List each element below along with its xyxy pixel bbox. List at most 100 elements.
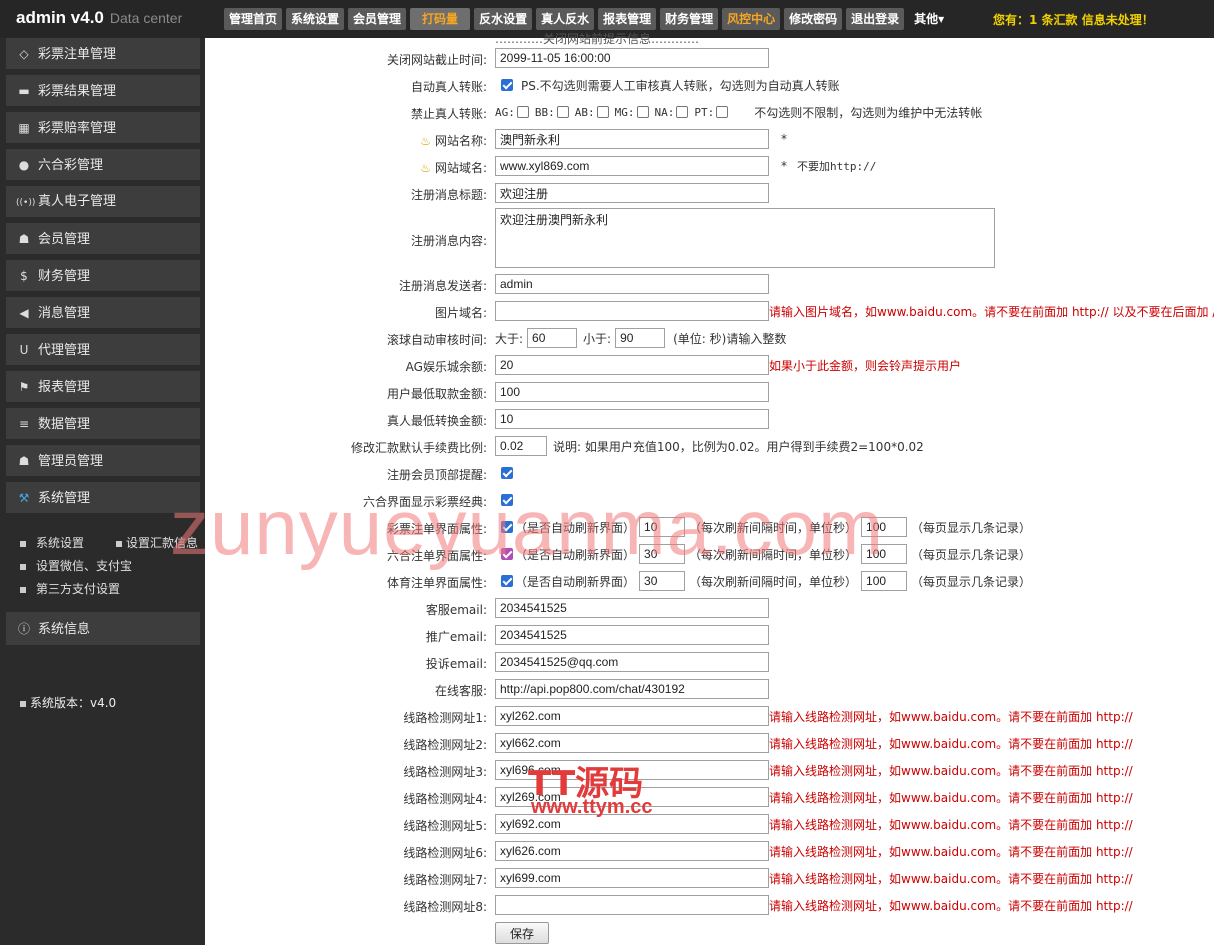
nav-logout[interactable]: 退出登录 xyxy=(846,8,905,30)
sidebar-item-lottery-bets[interactable]: ◇ 彩票注单管理 xyxy=(6,38,200,70)
sidebar-item-data[interactable]: ≡ 数据管理 xyxy=(6,408,200,440)
close-time-input[interactable] xyxy=(495,48,769,68)
sidebar-item-lottery-odds[interactable]: ▦ 彩票赔率管理 xyxy=(6,112,200,144)
lhc-per-page-input[interactable] xyxy=(861,544,908,564)
nav-members[interactable]: 会员管理 xyxy=(348,8,407,30)
site-domain-input[interactable] xyxy=(495,156,769,176)
row-site-name: ♨网站名称: * xyxy=(205,127,1214,151)
site-name-input[interactable] xyxy=(495,129,769,149)
sidebar-item-reports[interactable]: ⚑ 报表管理 xyxy=(6,371,200,403)
sidebar-item-admins[interactable]: ☗ 管理员管理 xyxy=(6,445,200,477)
service-email-input[interactable] xyxy=(495,598,769,618)
sidebar-item-agents[interactable]: U 代理管理 xyxy=(6,334,200,366)
complaint-email-input[interactable] xyxy=(495,652,769,672)
reg-title-input[interactable] xyxy=(495,183,769,203)
save-button[interactable]: 保存 xyxy=(495,922,549,944)
row-lhc-classic: 六合界面显示彩票经典: xyxy=(205,488,1214,512)
nav-reports[interactable]: 报表管理 xyxy=(598,8,657,30)
audit-max-input[interactable] xyxy=(615,328,666,348)
label: 线路检测网址8: xyxy=(403,900,487,914)
sports-per-page-input[interactable] xyxy=(861,571,908,591)
lhc-refresh-interval-input[interactable] xyxy=(639,544,686,564)
sidebar-item-label: 数据管理 xyxy=(38,417,91,432)
line-7-input[interactable] xyxy=(495,868,769,888)
row-min-withdraw: 用户最低取款金额: xyxy=(205,380,1214,404)
sidebar-sub-third-party-pay[interactable]: 第三方支付设置 xyxy=(20,580,120,597)
ban-mg-checkbox[interactable] xyxy=(636,106,649,118)
online-service-input[interactable] xyxy=(495,679,769,699)
line-2-input[interactable] xyxy=(495,733,769,753)
line-8-input[interactable] xyxy=(495,895,769,915)
hint: 请输入线路检测网址，如www.baidu.com。请不要在前面加 http:// xyxy=(769,898,1133,913)
lottery-refresh-interval-input[interactable] xyxy=(639,517,686,537)
sidebar-item-system[interactable]: ⚒ 系统管理 xyxy=(6,482,200,514)
sidebar-item-live-games[interactable]: ((•)) 真人电子管理 xyxy=(6,186,200,218)
nav-finance[interactable]: 财务管理 xyxy=(660,8,719,30)
hint: PS.不勾选则需要人工审核真人转账，勾选则为自动真人转账 xyxy=(521,78,840,93)
reg-top-alert-checkbox[interactable] xyxy=(501,467,513,479)
reg-content-textarea[interactable]: 欢迎注册澳門新永利 xyxy=(495,208,995,268)
label: 线路检测网址7: xyxy=(403,873,487,887)
line-3-input[interactable] xyxy=(495,760,769,780)
sidebar-item-label: 系统信息 xyxy=(38,622,91,637)
label: 六合界面显示彩票经典: xyxy=(362,495,487,509)
sidebar-sub-system-settings[interactable]: 系统设置 xyxy=(20,534,84,551)
ban-na-checkbox[interactable] xyxy=(676,106,689,118)
img-domain-input[interactable] xyxy=(495,301,769,321)
ban-pt-checkbox[interactable] xyxy=(716,106,729,118)
ag-balance-input[interactable] xyxy=(495,355,769,375)
remittance-notice[interactable]: 您有：1 条汇款 信息未处理！ xyxy=(993,11,1154,28)
sidebar-item-messages[interactable]: ◀ 消息管理 xyxy=(6,297,200,329)
ban-bb-checkbox[interactable] xyxy=(556,106,569,118)
audit-min-input[interactable] xyxy=(527,328,578,348)
reg-sender-input[interactable] xyxy=(495,274,769,294)
nav-other-dropdown[interactable]: 其他▾ xyxy=(914,8,944,30)
fee-ratio-input[interactable] xyxy=(495,436,547,456)
sidebar-item-label: 管理员管理 xyxy=(38,454,104,469)
hint: 请输入线路检测网址，如www.baidu.com。请不要在前面加 http:// xyxy=(769,709,1133,724)
auto-transfer-checkbox[interactable] xyxy=(501,79,513,91)
nav-risk-center[interactable]: 风控中心 xyxy=(722,8,781,30)
label: AG娱乐城余额: xyxy=(405,360,487,374)
row-lottery-refresh: 彩票注单界面属性: （是否自动刷新界面）（每次刷新间隔时间，单位秒）（每页显示几… xyxy=(205,515,1214,539)
line-5-input[interactable] xyxy=(495,814,769,834)
nav-change-password[interactable]: 修改密码 xyxy=(784,8,843,30)
label: 禁止真人转账: xyxy=(410,107,487,121)
sidebar-item-finance[interactable]: $ 财务管理 xyxy=(6,260,200,292)
lhc-classic-checkbox[interactable] xyxy=(501,494,513,506)
sidebar-item-members[interactable]: ☗ 会员管理 xyxy=(6,223,200,255)
nav-rebate-settings[interactable]: 反水设置 xyxy=(474,8,533,30)
nav-system-settings[interactable]: 系统设置 xyxy=(286,8,345,30)
row-line-4: 线路检测网址4: 请输入线路检测网址，如www.baidu.com。请不要在前面… xyxy=(205,785,1214,809)
sports-auto-refresh-checkbox[interactable] xyxy=(501,575,513,587)
row-auto-transfer: 自动真人转账: PS.不勾选则需要人工审核真人转账，勾选则为自动真人转账 xyxy=(205,73,1214,97)
row-auto-audit: 滚球自动审核时间: 大于:小于:(单位: 秒)请输入整数 xyxy=(205,326,1214,350)
sports-refresh-interval-input[interactable] xyxy=(639,571,686,591)
ban-ag-checkbox[interactable] xyxy=(516,106,529,118)
row-line-8: 线路检测网址8: 请输入线路检测网址，如www.baidu.com。请不要在前面… xyxy=(205,893,1214,917)
sidebar-item-system-info[interactable]: ⓘ 系统信息 xyxy=(6,612,200,646)
ban-ab-checkbox[interactable] xyxy=(596,106,609,118)
row-line-7: 线路检测网址7: 请输入线路检测网址，如www.baidu.com。请不要在前面… xyxy=(205,866,1214,890)
line-6-input[interactable] xyxy=(495,841,769,861)
row-fee-ratio: 修改汇款默认手续费比例: 说明: 如果用户充值100，比例为0.02。用户得到手… xyxy=(205,434,1214,458)
line-1-input[interactable] xyxy=(495,706,769,726)
lottery-per-page-input[interactable] xyxy=(861,517,908,537)
promo-email-input[interactable] xyxy=(495,625,769,645)
line-4-input[interactable] xyxy=(495,787,769,807)
min-withdraw-input[interactable] xyxy=(495,382,769,402)
nav-live-rebate[interactable]: 真人反水 xyxy=(536,8,595,30)
drop-icon: ● xyxy=(18,158,30,172)
nav-bet-volume[interactable]: 打码量 xyxy=(410,8,471,30)
sidebar-item-lottery-results[interactable]: ▬ 彩票结果管理 xyxy=(6,75,200,107)
hint: 请输入线路检测网址，如www.baidu.com。请不要在前面加 http:// xyxy=(769,790,1133,805)
label: 推广email: xyxy=(425,630,487,644)
sidebar-sub-remittance-info[interactable]: 设置汇款信息 xyxy=(116,534,198,551)
lottery-auto-refresh-checkbox[interactable] xyxy=(501,521,513,533)
system-version: 系统版本：v4.0 xyxy=(20,694,116,711)
min-transfer-input[interactable] xyxy=(495,409,769,429)
sidebar-item-mark-six[interactable]: ● 六合彩管理 xyxy=(6,149,200,181)
nav-home[interactable]: 管理首页 xyxy=(224,8,283,30)
lhc-auto-refresh-checkbox[interactable] xyxy=(501,548,513,560)
sidebar-sub-wechat-alipay[interactable]: 设置微信、支付宝 xyxy=(20,557,132,574)
